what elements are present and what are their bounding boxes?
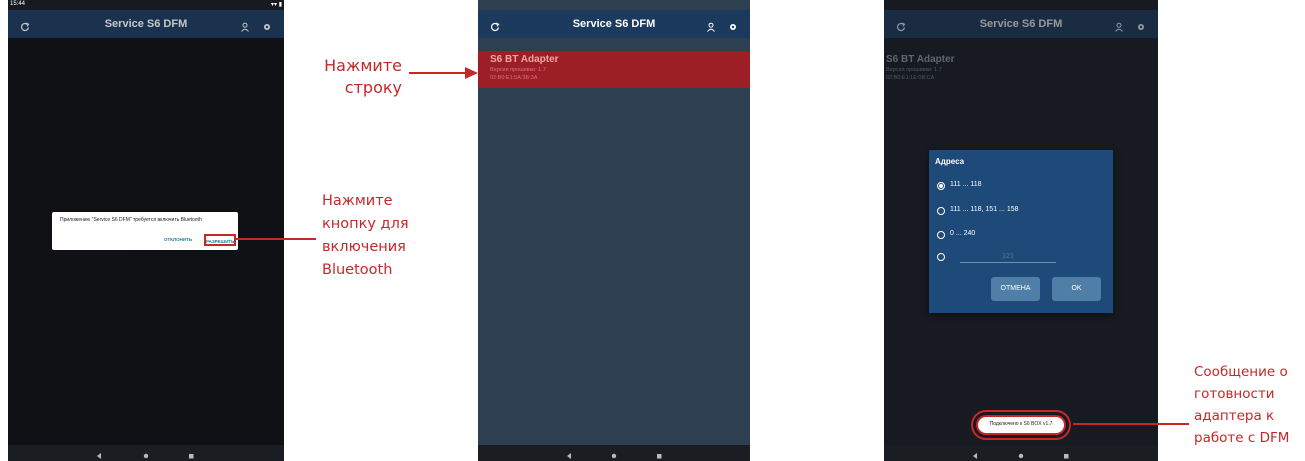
app-bar: Service S6 DFM: [8, 10, 284, 38]
dialog-message: Приложению "Service S6 DFM" требуется вк…: [60, 217, 202, 223]
radio-selected-icon[interactable]: [937, 182, 945, 190]
device-mac: 02:B0:E1:1E:0B:CA: [886, 75, 935, 81]
ok-button[interactable]: OK: [1052, 277, 1101, 301]
person-icon[interactable]: [240, 19, 250, 32]
address-option-label: 111 ... 118: [950, 181, 982, 188]
gear-icon[interactable]: [1136, 19, 1146, 30]
navigation-bar: [884, 445, 1158, 461]
phone-screen-address-select: Service S6 DFM S6 BT Adapter Версия прош…: [884, 0, 1158, 461]
status-icons: ▾▾ ▮: [271, 2, 282, 8]
device-name: S6 BT Adapter: [886, 54, 955, 65]
recents-icon[interactable]: [1061, 448, 1071, 459]
home-icon[interactable]: [1016, 448, 1026, 459]
bluetooth-permission-dialog: Приложению "Service S6 DFM" требуется вк…: [52, 212, 238, 250]
toast-text: Подключено к S6 BOX v1.7: [989, 421, 1053, 427]
app-bar: Service S6 DFM: [884, 10, 1158, 38]
person-icon[interactable]: [706, 19, 716, 32]
device-list-item[interactable]: S6 BT Adapter Версия прошивки: 1.7 02:B0…: [884, 51, 1158, 88]
phone-screen-device-list: Service S6 DFM S6 BT Adapter Версия прош…: [478, 0, 750, 461]
annotation-press-button: Нажмите кнопку для включения Bluetooth: [322, 193, 409, 278]
address-option-1[interactable]: 111 ... 118: [929, 180, 1113, 192]
custom-address-input[interactable]: [960, 250, 1056, 263]
recents-icon[interactable]: [186, 448, 196, 459]
device-name: S6 BT Adapter: [490, 54, 559, 65]
cancel-button[interactable]: ОТМЕНА: [991, 277, 1040, 301]
arrow-to-row: [409, 67, 478, 79]
address-option-2[interactable]: 111 ... 118, 151 ... 158: [929, 205, 1113, 217]
phone-screen-bluetooth-request: 15:44 ▾▾ ▮ Service S6 DFM Приложению "Se…: [8, 0, 284, 461]
back-icon[interactable]: [94, 448, 104, 459]
back-icon[interactable]: [564, 448, 574, 459]
person-icon[interactable]: [1114, 19, 1124, 32]
deny-button[interactable]: ОТКЛОНИТЬ: [164, 237, 192, 242]
gear-icon[interactable]: [728, 19, 738, 30]
back-icon[interactable]: [970, 448, 980, 459]
status-time: 15:44: [10, 1, 26, 7]
annotation-ready-message: Сообщение о готовности адаптера к работе…: [1194, 364, 1290, 446]
home-icon[interactable]: [141, 448, 151, 459]
address-option-label: 0 ... 240: [950, 230, 976, 237]
line-to-allow-button: [236, 238, 316, 240]
radio-icon[interactable]: [937, 207, 945, 215]
navigation-bar: [478, 445, 750, 461]
device-firmware: Версия прошивки: 1.7: [490, 67, 546, 73]
home-icon[interactable]: [609, 448, 619, 459]
navigation-bar: [8, 445, 284, 461]
status-bar: [478, 0, 750, 10]
address-dialog: Адреса 111 ... 118 111 ... 118, 151 ... …: [929, 150, 1113, 313]
gear-icon[interactable]: [262, 19, 272, 30]
status-bar: 15:44 ▾▾ ▮: [8, 0, 284, 10]
device-list-item[interactable]: S6 BT Adapter Версия прошивки: 1.7 02:B0…: [478, 51, 750, 88]
radio-icon[interactable]: [937, 253, 945, 261]
app-bar: Service S6 DFM: [478, 10, 750, 38]
address-option-3[interactable]: 0 ... 240: [929, 229, 1113, 241]
recents-icon[interactable]: [654, 448, 664, 459]
connection-toast: Подключено к S6 BOX v1.7: [978, 417, 1064, 433]
annotation-press-row: Нажмите строку: [324, 56, 402, 97]
dialog-title: Адреса: [935, 157, 965, 166]
radio-icon[interactable]: [937, 231, 945, 239]
address-option-label: 111 ... 118, 151 ... 158: [950, 206, 1019, 213]
device-mac: 02:B0:E1:5A:3B:3A: [490, 75, 538, 81]
line-to-toast: [1073, 423, 1189, 425]
address-option-custom[interactable]: [929, 250, 1113, 264]
allow-button[interactable]: РАЗРЕШИТЬ: [204, 234, 236, 246]
status-bar: [884, 0, 1158, 10]
device-firmware: Версия прошивки: 1.7: [886, 67, 942, 73]
